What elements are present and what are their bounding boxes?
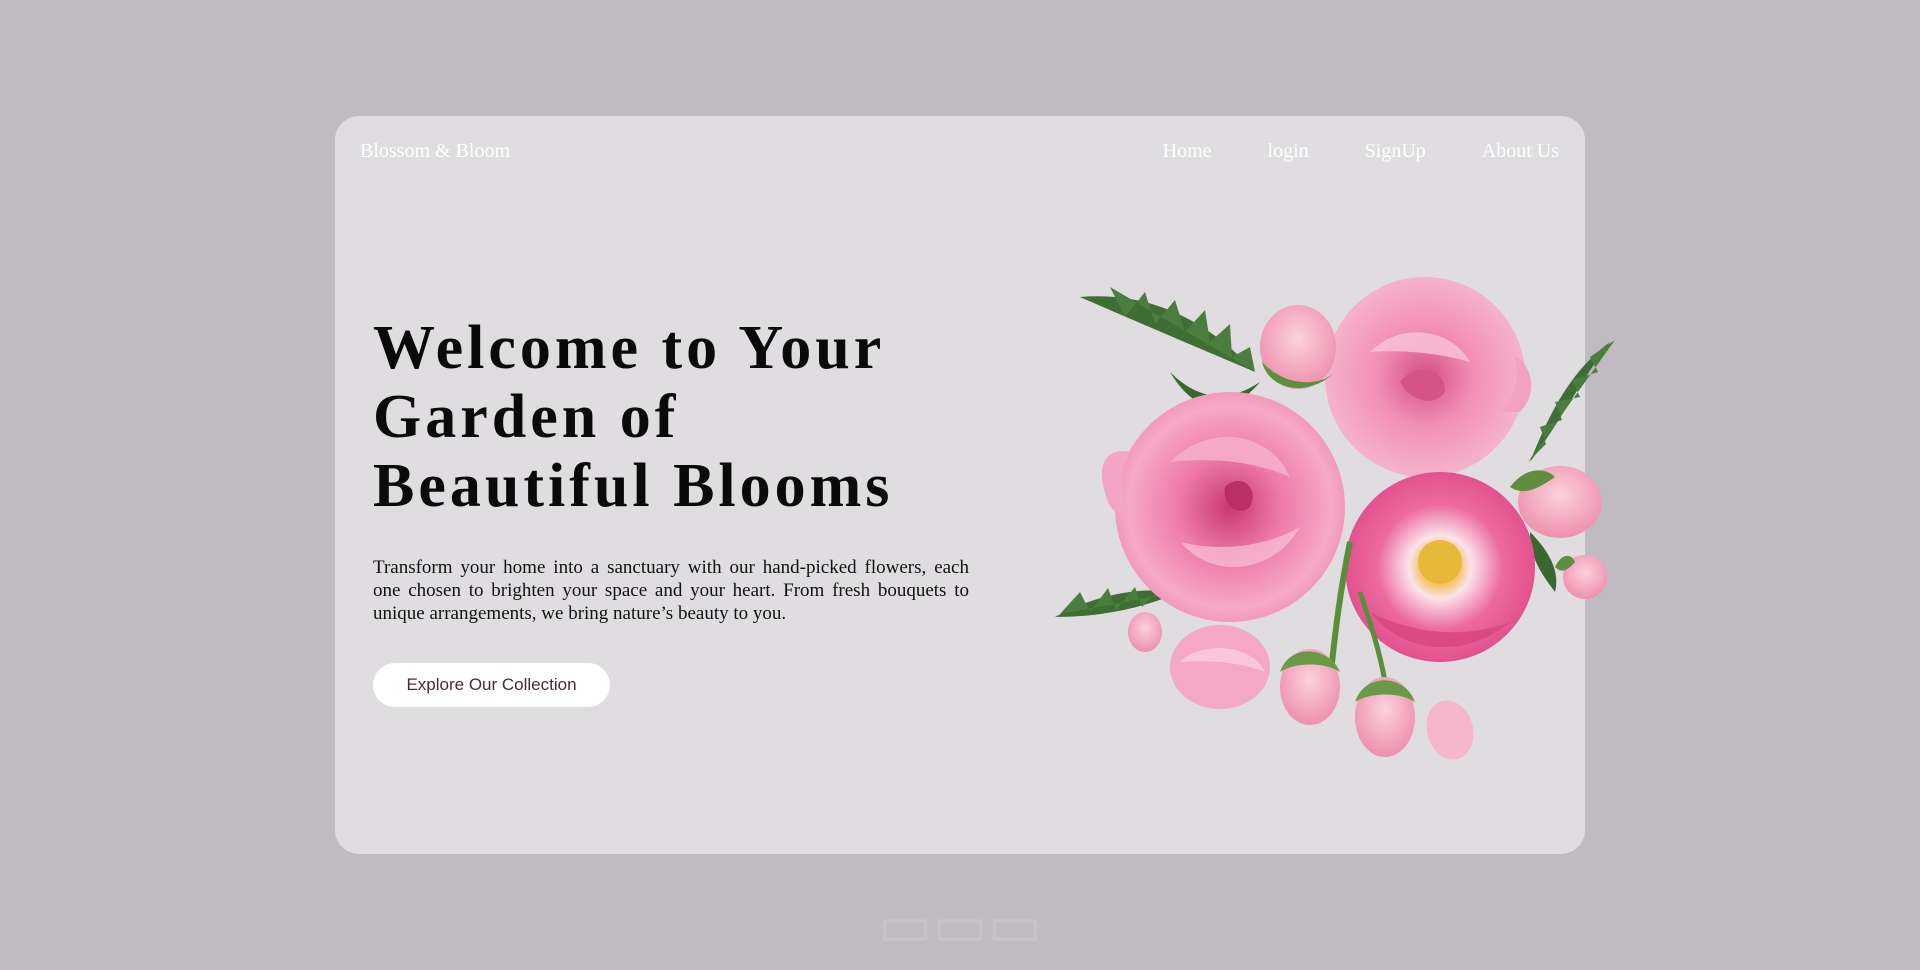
small-rosebud-top xyxy=(1260,305,1336,389)
pink-roses-bouquet-image xyxy=(1055,277,1615,760)
hero-title: Welcome to Your Garden of Beautiful Bloo… xyxy=(373,314,993,521)
hero-title-line-1: Welcome to Your xyxy=(373,314,886,382)
large-pink-rose xyxy=(1101,392,1345,622)
nav-item-signup[interactable]: SignUp xyxy=(1365,140,1426,163)
watermark-logo: ▭▭▭ xyxy=(877,891,1043,959)
nav-item-login[interactable]: login xyxy=(1268,140,1309,163)
top-pink-rose xyxy=(1325,277,1532,477)
hero-title-line-3: Beautiful Blooms xyxy=(373,452,894,520)
explore-collection-button[interactable]: Explore Our Collection xyxy=(373,663,610,707)
hero-title-line-2: Garden of xyxy=(373,383,680,451)
nav-item-home[interactable]: Home xyxy=(1163,140,1212,163)
page: Blossom & Bloom Home login SignUp About … xyxy=(0,0,1920,970)
nav-item-about-us[interactable]: About Us xyxy=(1482,140,1559,163)
hero-description: Transform your home into a sanctuary wit… xyxy=(373,557,969,624)
top-nav: Home login SignUp About Us xyxy=(1107,140,1559,163)
brand-logo-text[interactable]: Blossom & Bloom xyxy=(360,140,510,163)
